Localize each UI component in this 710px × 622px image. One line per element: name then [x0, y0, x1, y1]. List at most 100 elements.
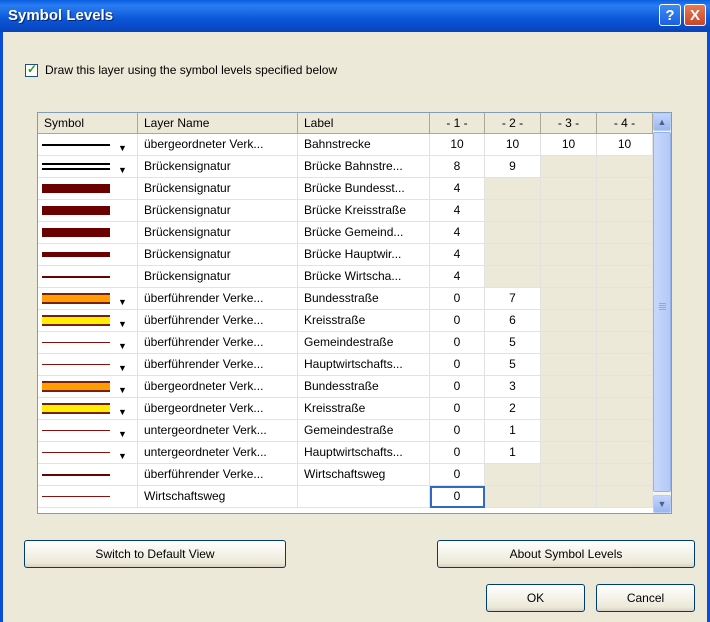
level-1-cell[interactable]: 0 — [430, 420, 485, 442]
column-header-symbol[interactable]: Symbol — [38, 113, 138, 134]
level-1-cell[interactable]: 4 — [430, 266, 485, 288]
symbol-swatch[interactable]: ▼ — [38, 310, 138, 332]
column-header-layer-name[interactable]: Layer Name — [138, 113, 298, 134]
symbol-dropdown-icon[interactable]: ▼ — [118, 358, 127, 375]
level-2-cell[interactable]: 6 — [485, 310, 541, 332]
symbol-swatch[interactable]: ▼ — [38, 376, 138, 398]
symbol-swatch[interactable]: ▼ — [38, 156, 138, 178]
level-4-cell[interactable] — [597, 420, 653, 442]
level-4-cell[interactable]: 10 — [597, 134, 653, 156]
switch-default-view-button[interactable]: Switch to Default View — [24, 540, 286, 568]
symbol-swatch[interactable] — [38, 486, 138, 508]
level-1-cell[interactable]: 10 — [430, 134, 485, 156]
level-1-cell[interactable]: 4 — [430, 200, 485, 222]
scroll-down-button[interactable]: ▼ — [653, 495, 671, 513]
symbol-dropdown-icon[interactable]: ▼ — [118, 138, 127, 155]
symbol-dropdown-icon[interactable]: ▼ — [118, 402, 127, 419]
level-3-cell[interactable] — [541, 354, 597, 376]
column-header-level-3[interactable]: - 3 - — [541, 113, 597, 134]
level-4-cell[interactable] — [597, 310, 653, 332]
level-1-cell[interactable]: 4 — [430, 222, 485, 244]
level-4-cell[interactable] — [597, 398, 653, 420]
level-1-cell[interactable]: 4 — [430, 178, 485, 200]
level-3-cell[interactable] — [541, 398, 597, 420]
level-4-cell[interactable] — [597, 178, 653, 200]
level-3-cell[interactable] — [541, 332, 597, 354]
level-3-cell[interactable] — [541, 442, 597, 464]
table-row[interactable]: ▼ untergeordneter Verk... Hauptwirtschafts… — [38, 442, 653, 464]
symbol-swatch[interactable] — [38, 222, 138, 244]
ok-button[interactable]: OK — [486, 584, 585, 612]
level-1-cell[interactable]: 0 — [430, 464, 485, 486]
level-3-cell[interactable] — [541, 200, 597, 222]
level-4-cell[interactable] — [597, 354, 653, 376]
table-row[interactable]: ▼ Brückensignatur Brücke Bahnstre... 8 9 — [38, 156, 653, 178]
level-4-cell[interactable] — [597, 222, 653, 244]
symbol-swatch[interactable]: ▼ — [38, 420, 138, 442]
table-row[interactable]: ▼ übergeordneter Verk... Bahnstrecke 10 10 10… — [38, 134, 653, 156]
level-1-cell[interactable]: 0 — [430, 332, 485, 354]
table-row[interactable]: ▼ überführender Verke... Hauptwirtschafts.… — [38, 354, 653, 376]
level-2-cell[interactable] — [485, 178, 541, 200]
level-3-cell[interactable] — [541, 464, 597, 486]
level-1-cell[interactable]: 4 — [430, 244, 485, 266]
symbol-dropdown-icon[interactable]: ▼ — [118, 380, 127, 397]
table-row[interactable]: überführender Verke... Wirtschaftsweg 0 — [38, 464, 653, 486]
scroll-thumb[interactable] — [653, 132, 671, 492]
level-4-cell[interactable] — [597, 266, 653, 288]
level-3-cell[interactable] — [541, 420, 597, 442]
symbol-dropdown-icon[interactable]: ▼ — [118, 424, 127, 441]
table-row[interactable]: ▼ übergeordneter Verk... Bundesstraße 0 3 — [38, 376, 653, 398]
level-4-cell[interactable] — [597, 486, 653, 508]
level-1-cell[interactable]: 0 — [430, 376, 485, 398]
level-3-cell[interactable] — [541, 310, 597, 332]
column-header-label[interactable]: Label — [298, 113, 430, 134]
table-row[interactable]: ▼ überführender Verke... Gemeindestraße 0 5 — [38, 332, 653, 354]
level-2-cell[interactable] — [485, 200, 541, 222]
symbol-dropdown-icon[interactable]: ▼ — [118, 292, 127, 309]
table-row[interactable]: Brückensignatur Brücke Gemeind... 4 — [38, 222, 653, 244]
level-4-cell[interactable] — [597, 200, 653, 222]
level-2-cell[interactable] — [485, 464, 541, 486]
level-4-cell[interactable] — [597, 288, 653, 310]
level-4-cell[interactable] — [597, 332, 653, 354]
level-3-cell[interactable] — [541, 486, 597, 508]
level-2-cell[interactable]: 1 — [485, 442, 541, 464]
level-edit-focus[interactable] — [430, 486, 485, 508]
draw-symbol-levels-checkbox[interactable]: ✓ — [25, 62, 38, 77]
level-3-cell[interactable]: 10 — [541, 134, 597, 156]
level-3-cell[interactable] — [541, 266, 597, 288]
symbol-swatch[interactable] — [38, 200, 138, 222]
symbol-dropdown-icon[interactable]: ▼ — [118, 160, 127, 177]
table-row[interactable]: ▼ übergeordneter Verk... Kreisstraße 0 2 — [38, 398, 653, 420]
level-3-cell[interactable] — [541, 156, 597, 178]
vertical-scrollbar[interactable]: ▲ ▼ — [653, 113, 671, 513]
level-4-cell[interactable] — [597, 244, 653, 266]
level-2-cell[interactable]: 5 — [485, 354, 541, 376]
symbol-dropdown-icon[interactable]: ▼ — [118, 314, 127, 331]
close-button[interactable]: X — [684, 4, 706, 26]
symbol-swatch[interactable] — [38, 178, 138, 200]
symbol-swatch[interactable]: ▼ — [38, 288, 138, 310]
table-row[interactable]: Brückensignatur Brücke Kreisstraße 4 — [38, 200, 653, 222]
column-header-level-4[interactable]: - 4 - — [597, 113, 653, 134]
level-2-cell[interactable] — [485, 486, 541, 508]
level-1-cell[interactable]: 0 — [430, 288, 485, 310]
draw-symbol-levels-option[interactable]: ✓ Draw this layer using the symbol level… — [25, 62, 337, 78]
level-3-cell[interactable] — [541, 178, 597, 200]
table-row[interactable]: Wirtschaftsweg 0 — [38, 486, 653, 508]
level-1-cell[interactable]: 0 — [430, 310, 485, 332]
level-2-cell[interactable] — [485, 244, 541, 266]
column-header-level-1[interactable]: - 1 - — [430, 113, 485, 134]
table-row[interactable]: ▼ überführender Verke... Kreisstraße 0 6 — [38, 310, 653, 332]
level-2-cell[interactable]: 7 — [485, 288, 541, 310]
level-1-cell[interactable]: 0 — [430, 398, 485, 420]
level-1-cell[interactable]: 0 — [430, 354, 485, 376]
level-2-cell[interactable]: 2 — [485, 398, 541, 420]
table-row[interactable]: Brückensignatur Brücke Bundesst... 4 — [38, 178, 653, 200]
level-4-cell[interactable] — [597, 464, 653, 486]
table-row[interactable]: ▼ untergeordneter Verk... Gemeindestraße 0 1 — [38, 420, 653, 442]
table-row[interactable]: ▼ überführender Verke... Bundesstraße 0 7 — [38, 288, 653, 310]
level-4-cell[interactable] — [597, 442, 653, 464]
about-symbol-levels-button[interactable]: About Symbol Levels — [437, 540, 695, 568]
